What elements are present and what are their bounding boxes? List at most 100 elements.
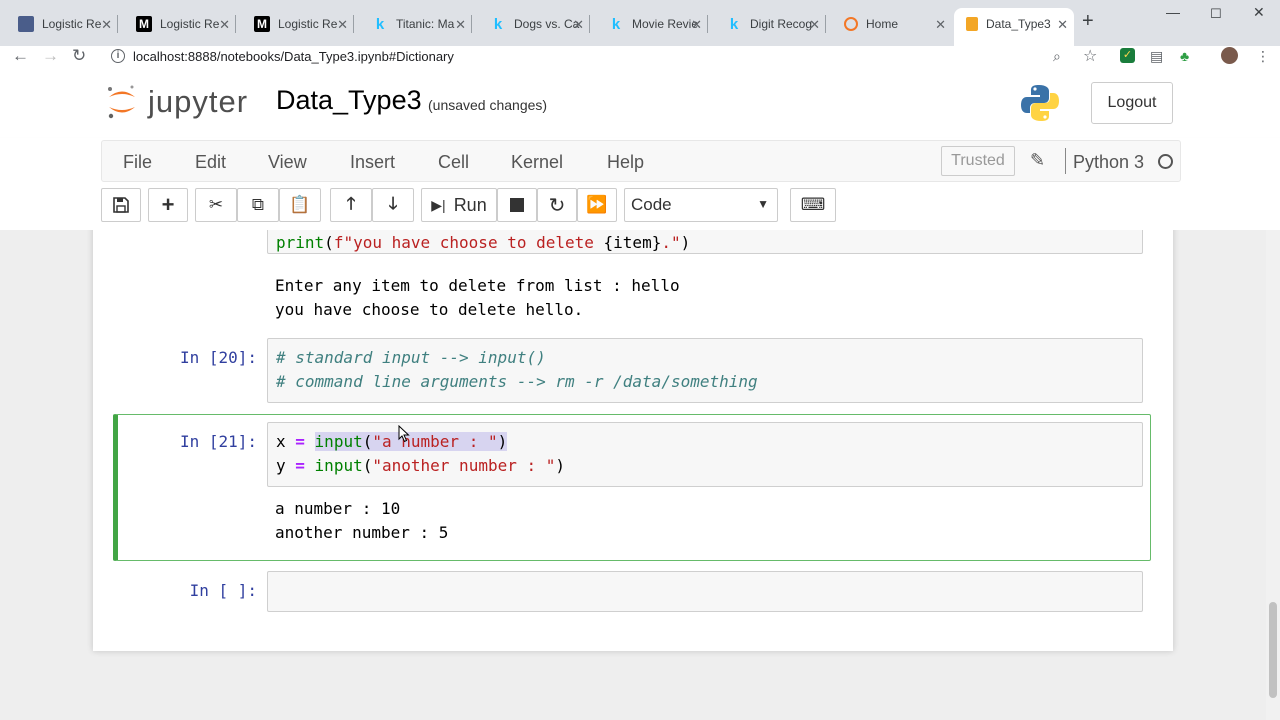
code-line: # command line arguments --> rm -r /data… (276, 371, 758, 391)
notebook-area: print(f"you have choose to delete {item}… (0, 230, 1280, 720)
kaggle-icon: k (729, 15, 739, 33)
move-up-button[interactable]: 🡑 (330, 188, 372, 222)
menu-insert[interactable]: Insert (350, 152, 395, 173)
jupyter-logo-icon[interactable] (106, 84, 138, 120)
paste-icon: 📋 (289, 195, 311, 214)
browser-tab[interactable]: Logistic Re ✕ (0, 9, 118, 39)
save-status: (unsaved changes) (428, 97, 548, 113)
kaggle-icon: k (375, 15, 385, 33)
scrollbar-thumb[interactable] (1269, 602, 1277, 698)
cell-prompt: In [21]: (179, 432, 257, 451)
minimize-icon[interactable]: — (1166, 4, 1180, 20)
page-scrollbar[interactable] (1266, 230, 1280, 720)
browser-tab[interactable]: k Titanic: Ma ✕ (354, 9, 472, 39)
run-button[interactable]: ▶| Run (421, 188, 497, 222)
tab-title: Logistic Re (160, 17, 220, 31)
browser-tab[interactable]: k Movie Revie ✕ (590, 9, 708, 39)
menu-kernel[interactable]: Kernel (511, 152, 563, 173)
mouse-cursor-icon (398, 425, 410, 443)
dropdown-caret-icon: ▼ (757, 197, 769, 211)
cell-prompt: In [20]: (179, 348, 257, 367)
window-close-icon[interactable]: ✕ (1253, 4, 1265, 21)
browser-menu-icon[interactable]: ⋮ (1256, 48, 1270, 65)
stop-icon (510, 198, 524, 212)
reload-icon[interactable]: ↻ (72, 46, 86, 66)
evernote-icon[interactable]: ♣ (1180, 48, 1189, 64)
cell-type-select[interactable]: Code ▼ (624, 188, 778, 222)
bookmark-star-icon[interactable]: ☆ (1083, 46, 1097, 66)
arrow-up-icon: 🡑 (346, 193, 356, 213)
jupyter-logo-text[interactable]: jupyter (148, 84, 248, 120)
back-icon[interactable]: ← (12, 46, 29, 66)
doc-icon (18, 16, 34, 32)
browser-tab-active[interactable]: Data_Type3 ✕ (954, 8, 1074, 46)
interrupt-button[interactable] (497, 188, 537, 222)
url-field[interactable]: localhost:8888/notebooks/Data_Type3.ipyn… (133, 49, 454, 64)
close-icon[interactable]: ✕ (101, 17, 112, 33)
empty-code-cell-input[interactable] (267, 571, 1143, 612)
close-icon[interactable]: ✕ (219, 17, 230, 33)
move-down-button[interactable]: 🡓 (372, 188, 414, 222)
trusted-badge[interactable]: Trusted (941, 146, 1015, 176)
restart-run-all-button[interactable]: ⏩ (577, 188, 617, 222)
close-icon[interactable]: ✕ (809, 17, 820, 33)
browser-tab[interactable]: Home ✕ (826, 9, 952, 39)
kaggle-icon: k (493, 15, 503, 33)
python-logo-icon (1021, 85, 1059, 121)
menu-view[interactable]: View (268, 152, 307, 173)
browser-tab[interactable]: k Dogs vs. Ca ✕ (472, 9, 590, 39)
menubar-container: File Edit View Insert Cell Kernel Help T… (0, 138, 1280, 230)
zoom-icon[interactable]: ⌕ (1053, 48, 1061, 65)
close-icon[interactable]: ✕ (691, 17, 702, 33)
medium-icon: M (136, 16, 152, 32)
close-icon[interactable]: ✕ (935, 17, 946, 33)
close-icon[interactable]: ✕ (455, 17, 466, 33)
output-line: Enter any item to delete from list : hel… (275, 276, 680, 295)
edit-pencil-icon[interactable]: ✎ (1030, 150, 1045, 171)
insert-cell-button[interactable]: + (148, 188, 188, 222)
save-icon (113, 197, 129, 213)
save-button[interactable] (101, 188, 141, 222)
paste-button[interactable]: 📋 (279, 188, 321, 222)
close-icon[interactable]: ✕ (337, 17, 348, 33)
output-line: another number : 5 (275, 522, 449, 542)
forward-icon[interactable]: → (42, 46, 59, 66)
avatar[interactable] (1221, 47, 1238, 64)
extension-icon[interactable]: ✓ (1120, 48, 1135, 63)
copy-button[interactable]: ⧉ (237, 188, 279, 222)
cell-prompt: In [ ]: (189, 581, 257, 600)
output-line: you have choose to delete hello. (275, 299, 584, 319)
menu-cell[interactable]: Cell (438, 152, 469, 173)
logout-button[interactable]: Logout (1091, 82, 1173, 124)
maximize-icon[interactable]: ☐ (1210, 6, 1222, 22)
close-icon[interactable]: ✕ (573, 17, 584, 33)
cell-output: Enter any item to delete from list : hel… (275, 274, 680, 321)
code-line: y = input("another number : ") (276, 455, 566, 475)
kernel-name[interactable]: Python 3 (1073, 152, 1144, 173)
code-cell-input[interactable]: print(f"you have choose to delete {item}… (267, 230, 1143, 254)
info-icon[interactable]: i (111, 49, 125, 63)
cut-button[interactable]: ✂ (195, 188, 237, 222)
restart-button[interactable]: ↻ (537, 188, 577, 222)
notebook-name[interactable]: Data_Type3 (276, 85, 422, 116)
kernel-status-icon (1158, 154, 1173, 169)
browser-tab[interactable]: M Logistic Re ✕ (118, 9, 236, 39)
jupyter-header: jupyter Data_Type3 (unsaved changes) Log… (0, 70, 1280, 138)
command-palette-button[interactable]: ⌨ (790, 188, 836, 222)
kaggle-icon: k (611, 15, 621, 33)
menu-edit[interactable]: Edit (195, 152, 226, 173)
browser-tab[interactable]: M Logistic Re ✕ (236, 9, 354, 39)
run-label: Run (453, 194, 487, 215)
menu-file[interactable]: File (123, 152, 152, 173)
browser-tab[interactable]: k Digit Recog ✕ (708, 9, 826, 39)
tab-title: Dogs vs. Ca (514, 17, 580, 31)
code-cell-input[interactable]: # standard input --> input() # command l… (267, 338, 1143, 403)
close-icon[interactable]: ✕ (1057, 17, 1068, 33)
tab-title: Movie Revie (632, 17, 698, 31)
notebook-icon (966, 17, 978, 31)
cart-icon[interactable]: ▤ (1150, 48, 1163, 65)
new-tab-button[interactable]: + (1082, 10, 1094, 33)
menu-help[interactable]: Help (607, 152, 644, 173)
tab-title: Digit Recog (750, 17, 813, 31)
step-forward-icon: ▶| (431, 196, 446, 213)
